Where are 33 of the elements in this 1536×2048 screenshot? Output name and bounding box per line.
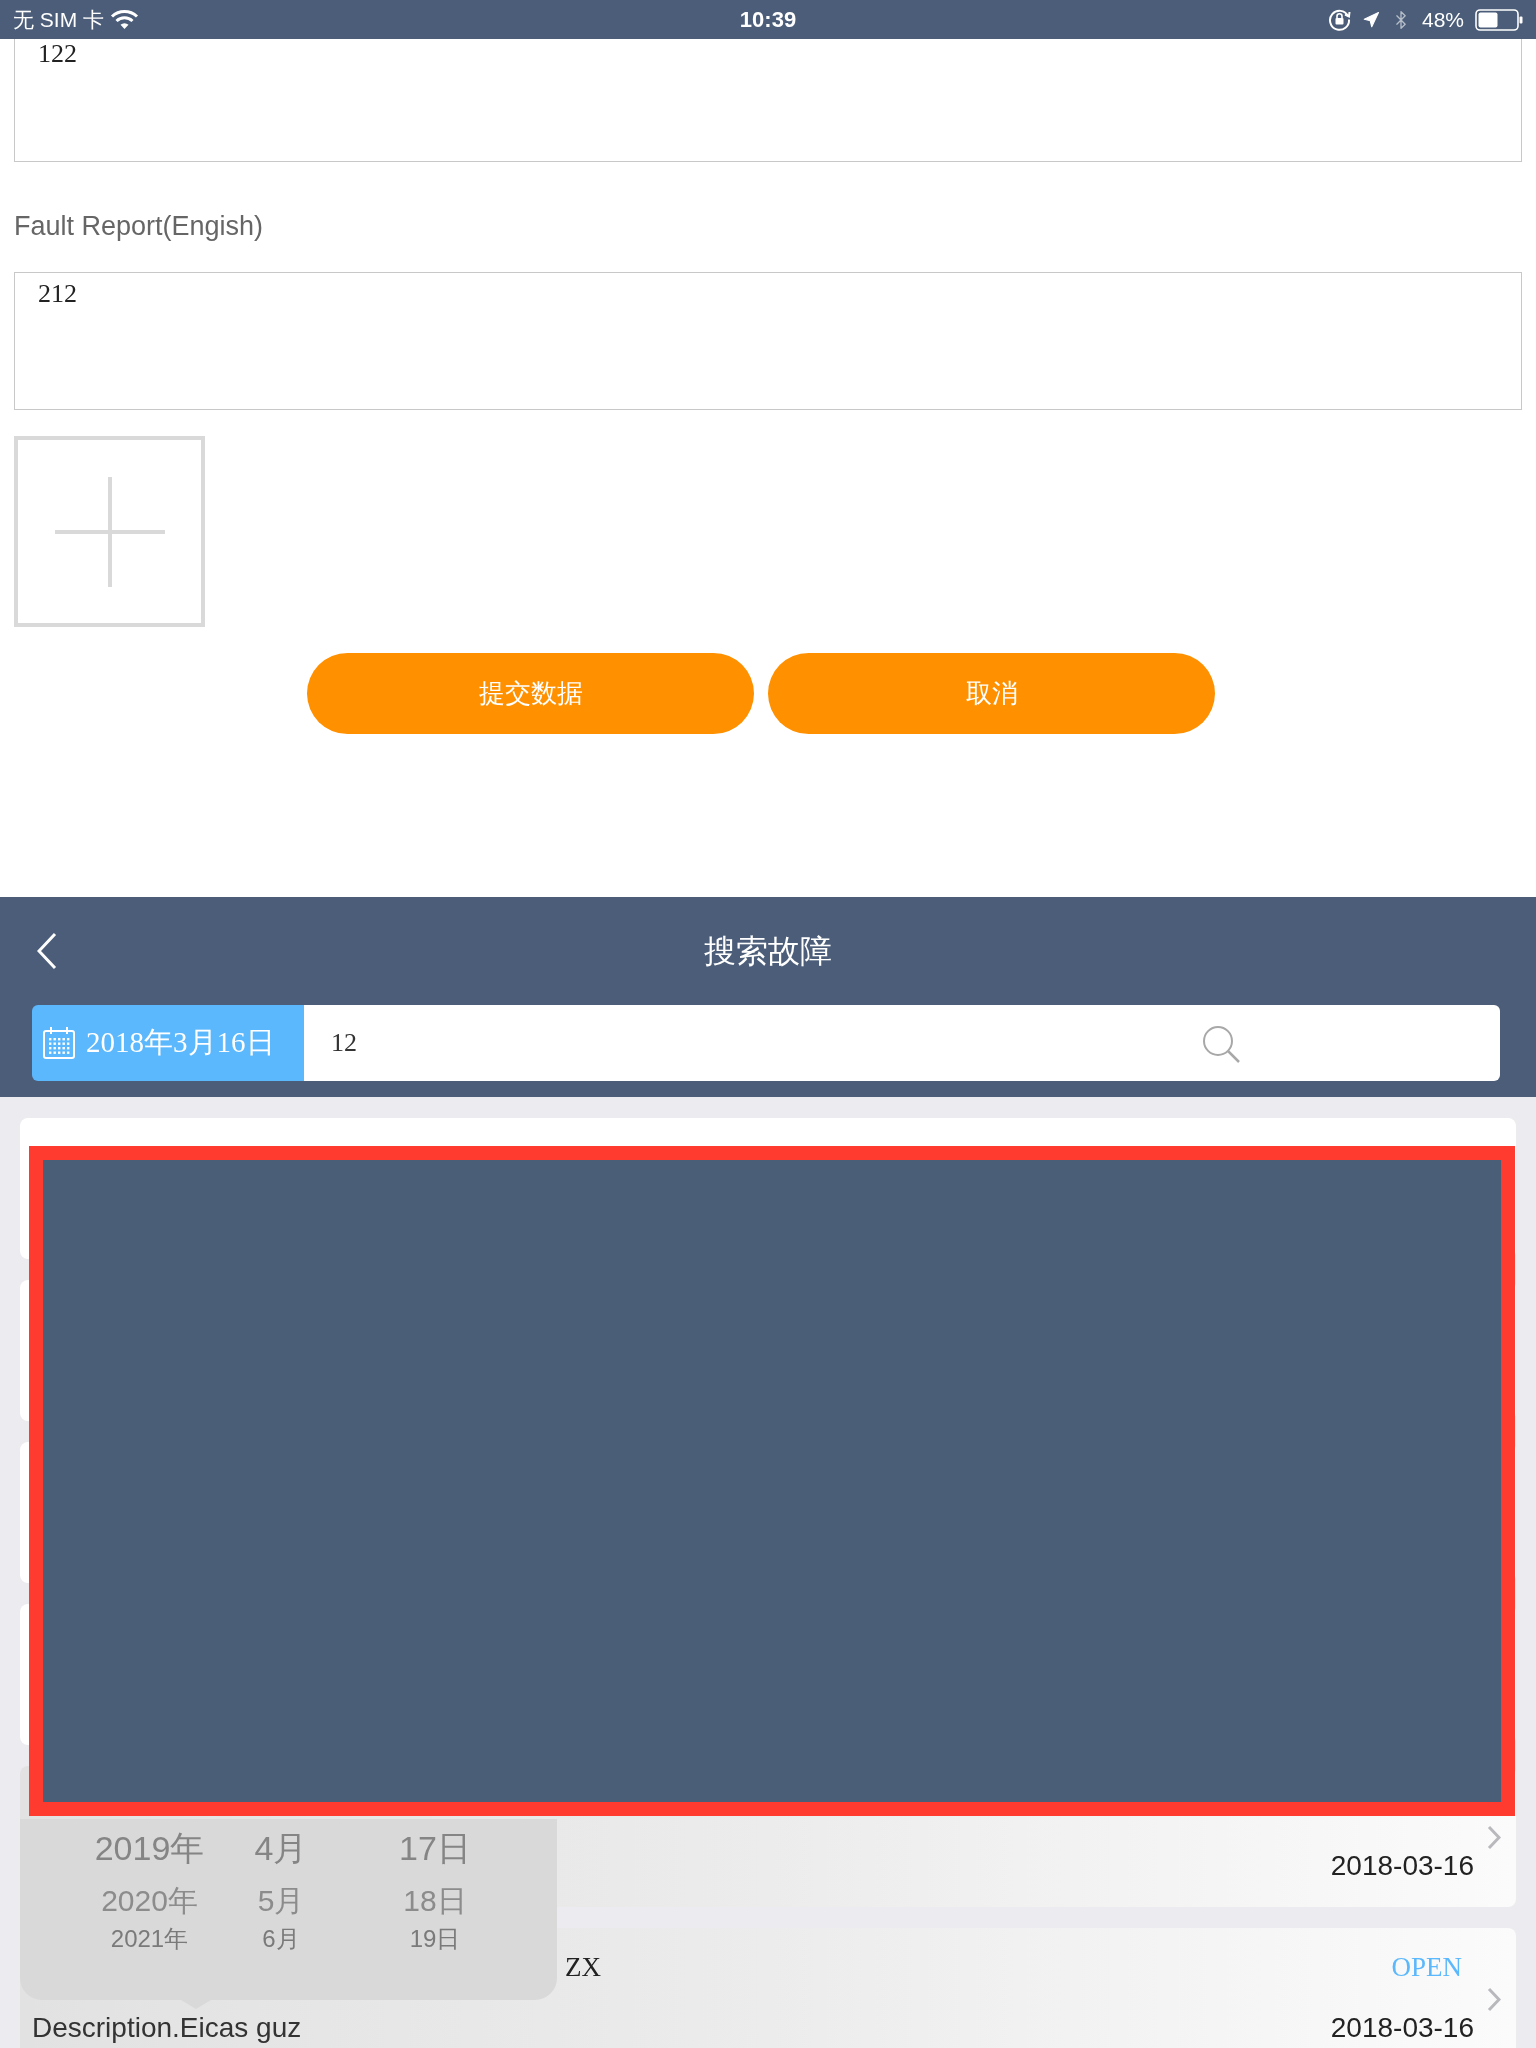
battery-icon bbox=[1475, 8, 1523, 31]
picker-year[interactable]: 2020年 bbox=[50, 1877, 249, 1923]
plus-icon bbox=[54, 476, 165, 587]
picker-year[interactable]: 2019年 bbox=[50, 1822, 249, 1874]
text-area[interactable]: 212 bbox=[14, 272, 1522, 410]
picker-day[interactable]: 17日 bbox=[313, 1822, 557, 1874]
picker-month[interactable]: 4月 bbox=[249, 1822, 313, 1874]
chevron-right-icon bbox=[1487, 1987, 1501, 2012]
picker-month[interactable]: 5月 bbox=[249, 1877, 313, 1923]
cancel-button[interactable]: 取消 bbox=[768, 653, 1215, 734]
search-field[interactable]: 12 bbox=[304, 1005, 1500, 1081]
result-title: ZX bbox=[565, 1950, 601, 1984]
result-date: 2018-03-16 bbox=[1330, 2011, 1474, 2045]
status-label: OPEN bbox=[1391, 1950, 1462, 1984]
carrier-text: 无 SIM 卡 bbox=[13, 6, 104, 33]
date-button[interactable]: 2018年3月16日 bbox=[32, 1005, 304, 1081]
result-date: 2018-03-16 bbox=[1330, 1849, 1474, 1883]
wifi-icon bbox=[110, 9, 139, 30]
field-label: Fault Report(Engish) bbox=[14, 210, 264, 243]
submit-button[interactable]: 提交数据 bbox=[307, 653, 754, 734]
text-area[interactable]: 122 bbox=[14, 39, 1522, 162]
calendar-icon bbox=[42, 1026, 76, 1060]
battery-percentage: 48% bbox=[1421, 6, 1464, 33]
add-photo-button[interactable] bbox=[14, 436, 205, 627]
result-description: Description.Eicas guz bbox=[32, 2011, 302, 2045]
search-icon[interactable] bbox=[1201, 1024, 1241, 1064]
screen-title: 搜索故障 bbox=[704, 932, 832, 971]
rotation-lock-icon bbox=[1327, 8, 1351, 31]
location-arrow-icon bbox=[1361, 10, 1380, 29]
picker-day[interactable]: 18日 bbox=[313, 1877, 557, 1923]
chevron-left-icon bbox=[37, 932, 57, 970]
chevron-right-icon bbox=[1487, 1825, 1501, 1850]
clock-time: 10:39 bbox=[739, 6, 797, 34]
